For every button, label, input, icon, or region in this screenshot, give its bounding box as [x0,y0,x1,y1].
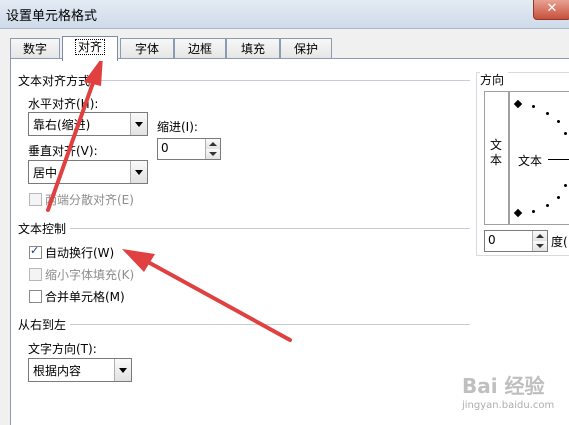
annotation-arrows [46,56,292,342]
tab-alignment[interactable]: 对齐 [62,36,118,61]
tab-label: 对齐 [74,39,105,55]
arrow-to-alignment-tab [46,56,103,212]
arrow-to-wrap-text [122,249,292,342]
watermark-logo: Bai 经验 [462,374,545,398]
watermark-url: jingyan.baidu.com [462,400,555,411]
